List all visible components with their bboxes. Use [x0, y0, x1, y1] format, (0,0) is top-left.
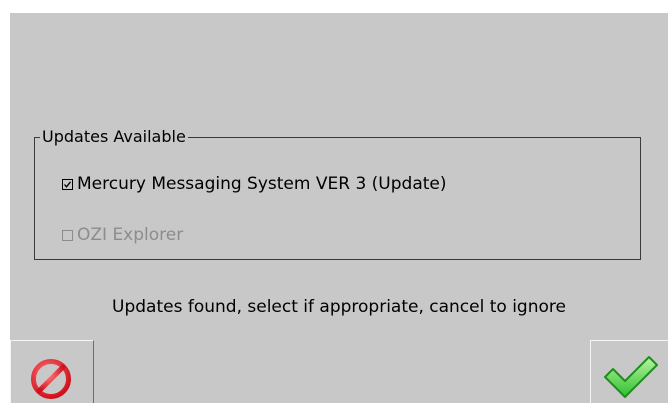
group-title: Updates Available: [40, 127, 188, 146]
updates-available-group: Updates Available Mercury Messaging Syst…: [34, 128, 641, 260]
cancel-button[interactable]: [10, 340, 94, 403]
checkmark-icon: [604, 356, 658, 398]
update-item-mercury-messaging[interactable]: Mercury Messaging System VER 3 (Update): [62, 174, 447, 194]
confirm-button[interactable]: [590, 340, 668, 403]
cancel-icon: [31, 359, 71, 399]
status-message: Updates found, select if appropriate, ca…: [112, 297, 566, 317]
update-item-ozi-explorer: OZI Explorer: [62, 225, 183, 245]
update-dialog: Updates Available Mercury Messaging Syst…: [10, 13, 668, 403]
update-item-label: OZI Explorer: [77, 225, 184, 245]
checkbox-unchecked-icon: [62, 229, 73, 241]
update-item-label: Mercury Messaging System VER 3 (Update): [77, 174, 447, 194]
checkbox-checked-icon[interactable]: [62, 178, 73, 190]
